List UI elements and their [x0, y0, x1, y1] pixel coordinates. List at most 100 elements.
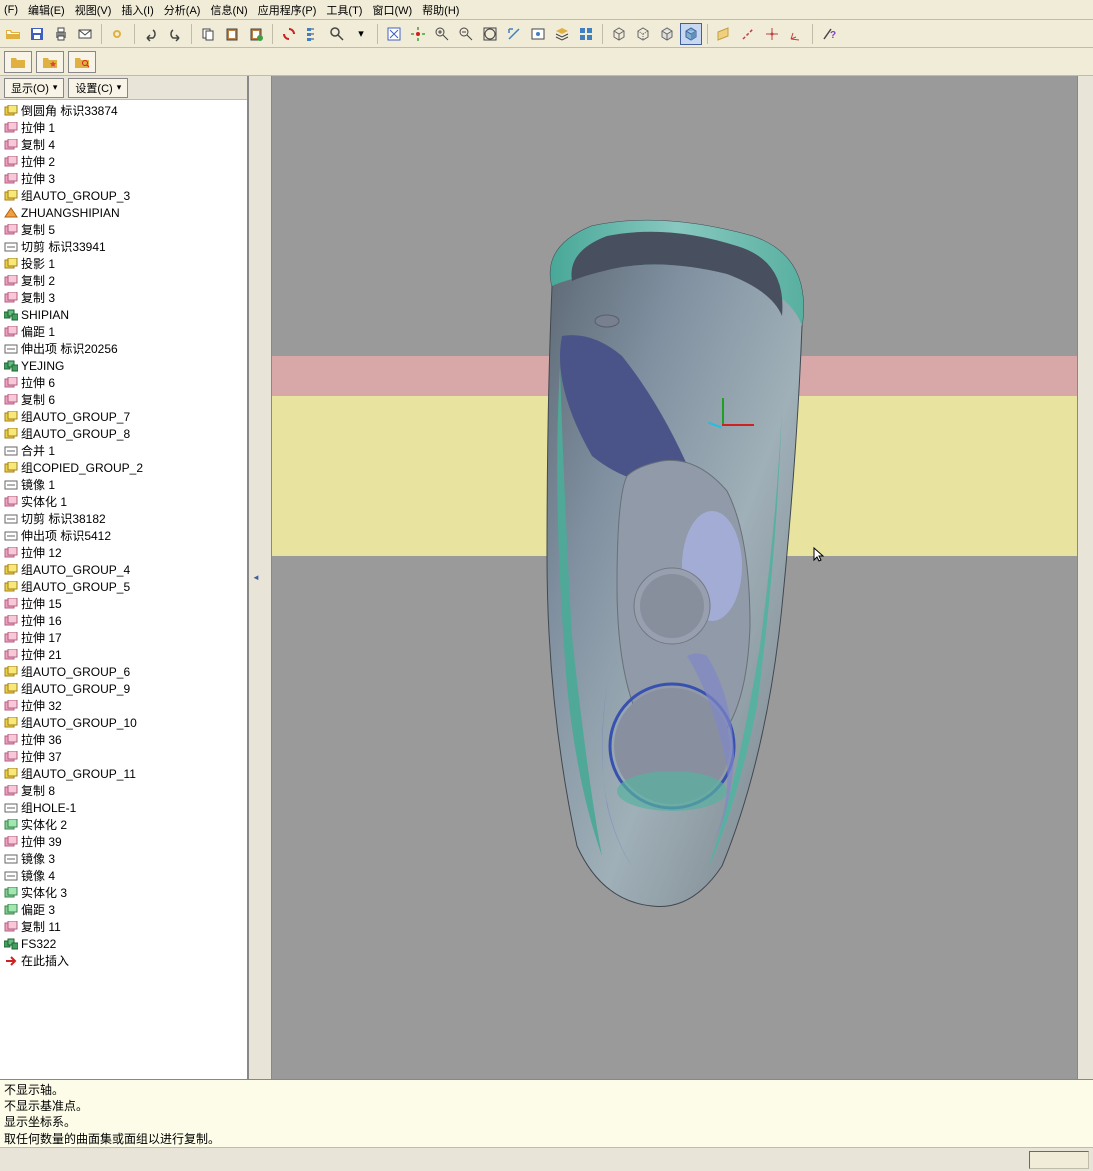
tree-item[interactable]: 拉伸 32 [0, 697, 247, 714]
datum-csys-icon[interactable] [785, 23, 807, 45]
tree-item[interactable]: 切剪 标识33941 [0, 238, 247, 255]
tree-item[interactable]: 拉伸 12 [0, 544, 247, 561]
tree-item[interactable]: 组AUTO_GROUP_10 [0, 714, 247, 731]
save-icon[interactable] [26, 23, 48, 45]
model-tree-icon[interactable] [302, 23, 324, 45]
tree-item[interactable]: 拉伸 16 [0, 612, 247, 629]
tree-item[interactable]: 倒圆角 标识33874 [0, 102, 247, 119]
wireframe-icon[interactable] [608, 23, 630, 45]
tree-item[interactable]: 拉伸 36 [0, 731, 247, 748]
zoom-out-icon[interactable] [455, 23, 477, 45]
tree-item[interactable]: 组AUTO_GROUP_4 [0, 561, 247, 578]
menu-view[interactable]: 视图(V) [75, 2, 112, 18]
menu-info[interactable]: 信息(N) [210, 2, 247, 18]
zoom-in-icon[interactable] [431, 23, 453, 45]
regen-icon[interactable] [278, 23, 300, 45]
print-icon[interactable] [50, 23, 72, 45]
tree-item[interactable]: YEJING [0, 357, 247, 374]
copy-icon[interactable] [197, 23, 219, 45]
tree-item[interactable]: 组AUTO_GROUP_11 [0, 765, 247, 782]
tree-item[interactable]: 组AUTO_GROUP_3 [0, 187, 247, 204]
menu-edit[interactable]: 编辑(E) [28, 2, 65, 18]
tree-item[interactable]: 实体化 1 [0, 493, 247, 510]
tree-item[interactable]: 偏距 1 [0, 323, 247, 340]
layers-icon[interactable] [551, 23, 573, 45]
tree-item[interactable]: 组AUTO_GROUP_5 [0, 578, 247, 595]
menu-insert[interactable]: 插入(I) [121, 2, 153, 18]
help-icon[interactable]: ? [818, 23, 840, 45]
tree-item[interactable]: 复制 4 [0, 136, 247, 153]
tree-item[interactable]: 拉伸 1 [0, 119, 247, 136]
saved-views-icon[interactable] [527, 23, 549, 45]
tab-favorites-icon[interactable] [36, 51, 64, 73]
tree-item[interactable]: 组AUTO_GROUP_8 [0, 425, 247, 442]
tree-item[interactable]: 复制 8 [0, 782, 247, 799]
tree-item[interactable]: 镜像 1 [0, 476, 247, 493]
menu-application[interactable]: 应用程序(P) [258, 2, 317, 18]
view-repaint-icon[interactable] [383, 23, 405, 45]
tree-item[interactable]: 在此插入 [0, 952, 247, 969]
mail-icon[interactable] [74, 23, 96, 45]
tree-item[interactable]: 合并 1 [0, 442, 247, 459]
menu-analysis[interactable]: 分析(A) [164, 2, 201, 18]
splitter[interactable] [248, 76, 272, 1079]
tree-item[interactable]: 组AUTO_GROUP_6 [0, 663, 247, 680]
spin-center-icon[interactable] [407, 23, 429, 45]
tree-item[interactable]: 复制 2 [0, 272, 247, 289]
tree-item[interactable]: 拉伸 37 [0, 748, 247, 765]
tree-item[interactable]: 伸出项 标识5412 [0, 527, 247, 544]
link-icon[interactable] [107, 23, 129, 45]
tree-item[interactable]: FS322 [0, 935, 247, 952]
tree-item[interactable]: 切剪 标识38182 [0, 510, 247, 527]
tree-item[interactable]: 拉伸 39 [0, 833, 247, 850]
tree-item[interactable]: 拉伸 15 [0, 595, 247, 612]
find-icon[interactable] [326, 23, 348, 45]
undo-icon[interactable] [140, 23, 162, 45]
viewport-scrollbar[interactable] [1077, 76, 1093, 1079]
tree-item[interactable]: 镜像 4 [0, 867, 247, 884]
hidden-line-icon[interactable] [632, 23, 654, 45]
view-manager-icon[interactable] [575, 23, 597, 45]
datum-point-icon[interactable] [761, 23, 783, 45]
tree-item[interactable]: 复制 5 [0, 221, 247, 238]
tree-item[interactable]: 拉伸 21 [0, 646, 247, 663]
tree-item[interactable]: 复制 3 [0, 289, 247, 306]
tree-item[interactable]: 组AUTO_GROUP_9 [0, 680, 247, 697]
select-filter-icon[interactable]: ▾ [350, 23, 372, 45]
shaded-icon[interactable] [680, 23, 702, 45]
reorient-icon[interactable] [503, 23, 525, 45]
tab-folder-icon[interactable] [4, 51, 32, 73]
tree-item[interactable]: 投影 1 [0, 255, 247, 272]
menu-window[interactable]: 窗口(W) [372, 2, 412, 18]
zoom-fit-icon[interactable] [479, 23, 501, 45]
tree-item[interactable]: 复制 6 [0, 391, 247, 408]
menu-help[interactable]: 帮助(H) [422, 2, 459, 18]
datum-axis-icon[interactable] [737, 23, 759, 45]
tree-item[interactable]: 实体化 3 [0, 884, 247, 901]
tree-item[interactable]: ZHUANGSHIPIAN [0, 204, 247, 221]
viewport-3d[interactable] [272, 76, 1077, 1079]
tree-item[interactable]: 组COPIED_GROUP_2 [0, 459, 247, 476]
tree-item[interactable]: 拉伸 3 [0, 170, 247, 187]
open-icon[interactable] [2, 23, 24, 45]
tree-item[interactable]: 拉伸 17 [0, 629, 247, 646]
no-hidden-icon[interactable] [656, 23, 678, 45]
redo-icon[interactable] [164, 23, 186, 45]
tree-item[interactable]: SHIPIAN [0, 306, 247, 323]
tree-item[interactable]: 组HOLE-1 [0, 799, 247, 816]
splitter-handle-icon[interactable] [253, 558, 261, 598]
paste-icon[interactable] [221, 23, 243, 45]
tree-item[interactable]: 偏距 3 [0, 901, 247, 918]
tree-item[interactable]: 实体化 2 [0, 816, 247, 833]
datum-plane-icon[interactable] [713, 23, 735, 45]
tab-search-icon[interactable] [68, 51, 96, 73]
menu-file[interactable]: (F) [4, 4, 18, 16]
settings-dropdown[interactable]: 设置(C) [68, 78, 128, 98]
tree-item[interactable]: 拉伸 2 [0, 153, 247, 170]
tree-item[interactable]: 组AUTO_GROUP_7 [0, 408, 247, 425]
tree-item[interactable]: 伸出项 标识20256 [0, 340, 247, 357]
display-dropdown[interactable]: 显示(O) [4, 78, 64, 98]
tree-item[interactable]: 镜像 3 [0, 850, 247, 867]
model-tree[interactable]: 倒圆角 标识33874拉伸 1复制 4拉伸 2拉伸 3组AUTO_GROUP_3… [0, 100, 247, 1079]
menu-tools[interactable]: 工具(T) [326, 2, 362, 18]
